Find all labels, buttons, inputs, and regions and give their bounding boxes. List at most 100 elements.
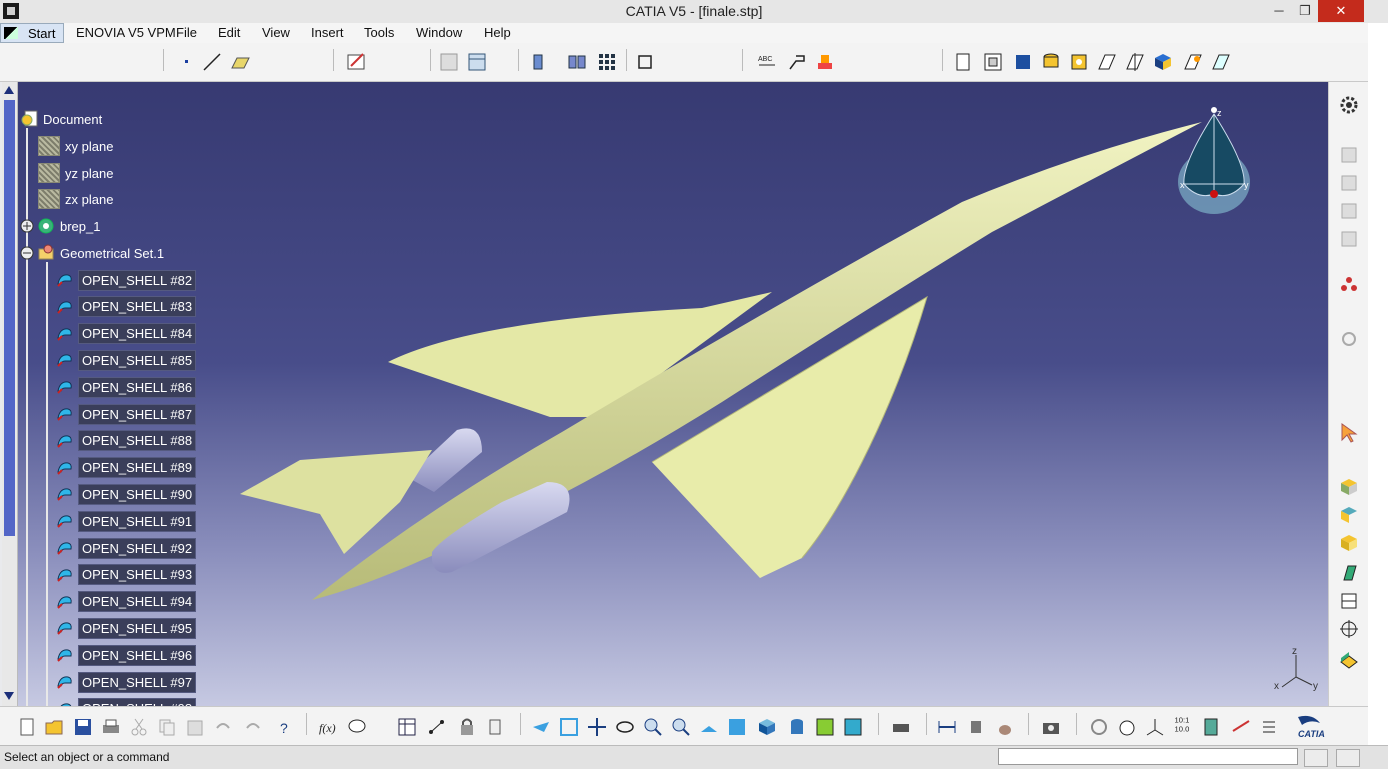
pad-icon[interactable] [1338,476,1360,498]
catalog-icon[interactable] [1210,51,1232,73]
lock-icon[interactable] [456,716,478,738]
expand-icon[interactable] [19,218,35,234]
refresh-icon[interactable] [1088,716,1110,738]
tree-open-shell[interactable]: OPEN_SHELL #93 [56,564,197,586]
shape-design-icon[interactable] [1338,144,1360,166]
nodes-icon[interactable] [1338,274,1360,296]
menu-window[interactable]: Window [416,25,462,40]
target-icon[interactable] [1338,618,1360,640]
annotation-icon[interactable]: ABC [756,51,778,73]
surface-icon[interactable] [1338,648,1360,670]
swap-bottom-icon[interactable] [842,716,864,738]
shading-icon[interactable] [1012,51,1034,73]
menu-edit[interactable]: Edit [218,25,240,40]
copy-icon[interactable] [156,716,178,738]
multi-view-icon[interactable] [1152,51,1174,73]
whats-this-icon[interactable]: ? [272,716,294,738]
sketcher-icon[interactable] [346,51,368,73]
clash-icon[interactable] [890,716,912,738]
list-icon[interactable] [1258,716,1280,738]
save-icon[interactable] [72,716,94,738]
scroll-thumb[interactable] [4,100,15,536]
menu-tools[interactable]: Tools [364,25,394,40]
select-arrow-icon[interactable] [1338,422,1360,444]
swap-visible-icon[interactable] [1096,51,1118,73]
fit-all-icon[interactable] [634,51,656,73]
axis-system-icon[interactable] [1144,716,1166,738]
collapse-icon[interactable] [19,245,35,261]
aircraft-model[interactable] [2,82,1328,706]
zoom-out-icon[interactable] [670,716,692,738]
pattern-icon[interactable] [596,51,618,73]
hand-icon[interactable] [1116,716,1138,738]
command-input[interactable] [998,748,1298,765]
plane-icon[interactable] [229,51,251,73]
menu-enovia[interactable]: ENOVIA V5 VPM [76,25,176,40]
formula-icon[interactable]: f(x) [318,716,340,738]
tree-open-shell[interactable]: OPEN_SHELL #92 [56,537,197,559]
3d-viewport[interactable]: z x y z x y [2,82,1328,706]
line-icon[interactable] [201,51,223,73]
camera-icon[interactable] [1040,716,1062,738]
tree-open-shell[interactable]: OPEN_SHELL #94 [56,591,197,613]
tree-brep[interactable]: brep_1 [19,215,103,237]
tree-open-shell[interactable]: OPEN_SHELL #91 [56,510,197,532]
section-icon[interactable] [1338,590,1360,612]
cylinder-icon[interactable] [1040,51,1062,73]
tree-open-shell[interactable]: OPEN_SHELL #83 [56,296,197,318]
solid-icon[interactable] [1338,532,1360,554]
iso-view-icon[interactable] [756,716,778,738]
design-table-icon[interactable] [396,716,418,738]
status-button-2[interactable] [1336,749,1360,767]
settings-gear-icon[interactable] [1338,94,1360,116]
snap-icon[interactable] [1230,716,1252,738]
graph-icon[interactable] [426,716,448,738]
flag-note-icon[interactable] [786,51,808,73]
comment-icon[interactable] [346,716,368,738]
status-button-1[interactable] [1304,749,1328,767]
start-menu[interactable]: Start [0,23,64,43]
tree-xy-plane[interactable]: xy plane [38,135,116,157]
tree-root[interactable]: Document [20,108,105,130]
parameters-icon[interactable] [486,716,508,738]
measure-inertia-icon[interactable] [994,716,1016,738]
tree-open-shell[interactable]: OPEN_SHELL #86 [56,376,197,398]
fly-icon[interactable] [530,716,552,738]
tree-open-shell[interactable]: OPEN_SHELL #95 [56,617,197,639]
drafting-icon[interactable] [1338,200,1360,222]
tree-open-shell[interactable]: OPEN_SHELL #87 [56,403,197,425]
restore-button[interactable]: ❐ [1290,0,1320,22]
assembly-icon[interactable] [1338,172,1360,194]
compass-widget[interactable]: z x y [1174,104,1254,224]
tree-scrollbar[interactable] [2,82,18,706]
pocket-icon[interactable] [1338,504,1360,526]
point-icon[interactable] [176,51,198,73]
book-icon[interactable] [566,51,588,73]
shading-bottom-icon[interactable] [786,716,808,738]
prism-icon[interactable] [1338,562,1360,584]
pan-icon[interactable] [586,716,608,738]
tree-open-shell[interactable]: OPEN_SHELL #96 [56,644,197,666]
undo-icon[interactable] [212,716,234,738]
measure-icon[interactable] [530,51,552,73]
table-icon[interactable] [466,51,488,73]
tree-open-shell[interactable]: OPEN_SHELL #97 [56,671,197,693]
view-iso-icon[interactable] [982,51,1004,73]
menu-view[interactable]: View [262,25,290,40]
render-icon[interactable] [1182,51,1204,73]
menu-file[interactable]: File [176,25,197,40]
rotate-view-icon[interactable] [614,716,636,738]
part-design-icon[interactable] [1338,228,1360,250]
tree-open-shell[interactable]: OPEN_SHELL #89 [56,457,197,479]
zoom-in-icon[interactable] [642,716,664,738]
tree-open-shell[interactable]: OPEN_SHELL #90 [56,483,197,505]
view-front-icon[interactable] [952,51,974,73]
new-icon[interactable] [16,716,38,738]
open-icon[interactable] [43,716,65,738]
normal-view-icon[interactable] [1124,51,1146,73]
tree-open-shell[interactable]: OPEN_SHELL #84 [56,323,197,345]
redo-icon[interactable] [242,716,264,738]
measure-item-icon[interactable] [966,716,988,738]
scale-icon[interactable]: 10:1 10.0 [1172,713,1194,735]
tree-open-shell[interactable]: OPEN_SHELL #85 [56,349,197,371]
